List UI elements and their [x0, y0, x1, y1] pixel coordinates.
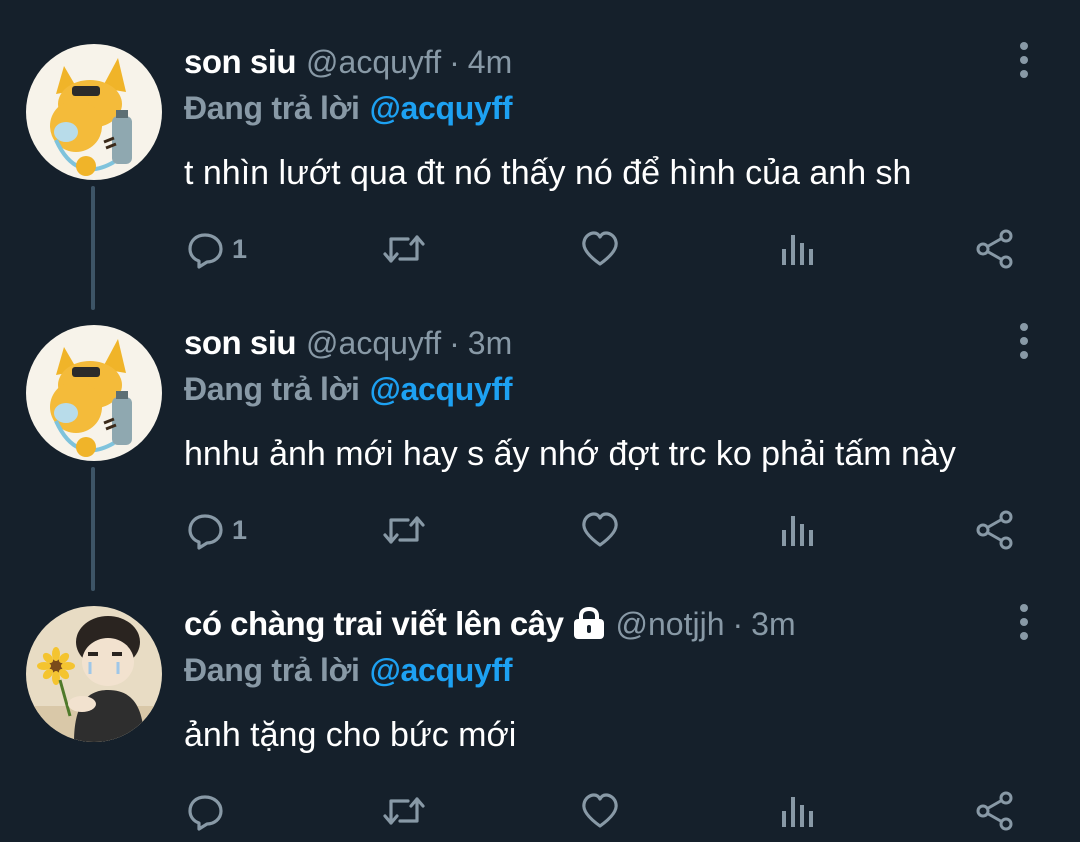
separator-dot: · — [732, 605, 744, 642]
more-options-icon[interactable] — [1011, 321, 1037, 361]
replying-to-link[interactable]: @acquyff — [370, 371, 513, 408]
tweet-header: son siu @acquyff · 4m — [184, 40, 512, 84]
analytics-button[interactable] — [779, 506, 815, 554]
retweet-button[interactable] — [382, 506, 426, 554]
timestamp[interactable]: 3m — [468, 325, 512, 362]
more-options-icon[interactable] — [1011, 40, 1037, 80]
share-icon — [976, 791, 1013, 831]
tweet[interactable]: có chàng trai viết lên cây @notjjh · 3m … — [0, 562, 1080, 842]
display-name[interactable]: son siu — [184, 324, 297, 362]
avatar[interactable] — [26, 606, 162, 742]
cat-avatar-icon — [26, 325, 162, 461]
tweet-text: t nhìn lướt qua đt nó thấy nó để hình củ… — [184, 153, 912, 192]
boy-sunflower-avatar-icon — [26, 606, 162, 742]
analytics-icon — [782, 235, 813, 265]
reply-icon — [188, 514, 223, 550]
tweet-actions — [0, 787, 1080, 835]
like-button[interactable] — [580, 506, 620, 554]
avatar[interactable] — [26, 44, 162, 180]
user-handle[interactable]: @notjjh — [616, 606, 725, 643]
timestamp[interactable]: 4m — [468, 44, 512, 81]
replying-to-label: Đang trả lời — [184, 651, 360, 688]
replying-to-link[interactable]: @acquyff — [370, 90, 513, 127]
tweet-text: hnhu ảnh mới hay s ấy nhớ đợt trc ko phả… — [184, 434, 956, 473]
retweet-icon — [383, 235, 425, 263]
separator-dot: · — [449, 43, 460, 80]
reply-button[interactable]: 1 — [186, 506, 247, 554]
like-button[interactable] — [580, 787, 620, 835]
lock-icon — [572, 606, 606, 641]
reply-button[interactable] — [186, 787, 232, 835]
more-options-icon[interactable] — [1011, 602, 1037, 642]
retweet-button[interactable] — [382, 225, 426, 273]
tweet[interactable]: son siu @acquyff · 3m Đang trả lời @acqu… — [0, 281, 1080, 562]
retweet-icon — [383, 516, 425, 544]
cat-avatar-icon — [26, 44, 162, 180]
share-icon — [976, 510, 1013, 550]
timestamp[interactable]: 3m — [751, 606, 795, 643]
like-icon — [582, 512, 618, 547]
reply-thread: son siu @acquyff · 4m Đang trả lời @acqu… — [0, 0, 1080, 842]
like-icon — [582, 793, 618, 828]
display-name[interactable]: có chàng trai viết lên cây — [184, 605, 564, 643]
tweet-header: son siu @acquyff · 3m — [184, 321, 512, 365]
replying-to: Đang trả lời @acquyff — [184, 367, 513, 411]
tweet[interactable]: son siu @acquyff · 4m Đang trả lời @acqu… — [0, 0, 1080, 281]
reply-count: 1 — [232, 233, 248, 264]
replying-to: Đang trả lời @acquyff — [184, 648, 513, 692]
tweet-actions: 1 — [0, 506, 1080, 554]
reply-icon — [188, 233, 223, 269]
retweet-icon — [383, 797, 425, 825]
replying-to-label: Đang trả lời — [184, 370, 360, 407]
user-handle[interactable]: @acquyff — [306, 325, 441, 362]
analytics-button[interactable] — [779, 787, 815, 835]
reply-count: 1 — [232, 514, 248, 545]
retweet-button[interactable] — [382, 787, 426, 835]
analytics-icon — [782, 797, 813, 827]
user-handle[interactable]: @acquyff — [306, 44, 441, 81]
tweet-header: có chàng trai viết lên cây @notjjh · 3m — [184, 602, 796, 646]
replying-to: Đang trả lời @acquyff — [184, 86, 513, 130]
share-button[interactable] — [974, 787, 1016, 835]
analytics-button[interactable] — [779, 225, 815, 273]
tweet-text: ảnh tặng cho bức mới — [184, 715, 517, 754]
avatar[interactable] — [26, 325, 162, 461]
separator-dot: · — [449, 324, 460, 361]
analytics-icon — [782, 516, 813, 546]
like-button[interactable] — [580, 225, 620, 273]
tweet-actions: 1 — [0, 225, 1080, 273]
replying-to-link[interactable]: @acquyff — [370, 652, 513, 689]
like-icon — [582, 231, 618, 266]
replying-to-label: Đang trả lời — [184, 89, 360, 126]
reply-icon — [188, 795, 223, 831]
share-icon — [976, 229, 1013, 269]
reply-button[interactable]: 1 — [186, 225, 247, 273]
display-name[interactable]: son siu — [184, 43, 297, 81]
share-button[interactable] — [974, 225, 1016, 273]
share-button[interactable] — [974, 506, 1016, 554]
